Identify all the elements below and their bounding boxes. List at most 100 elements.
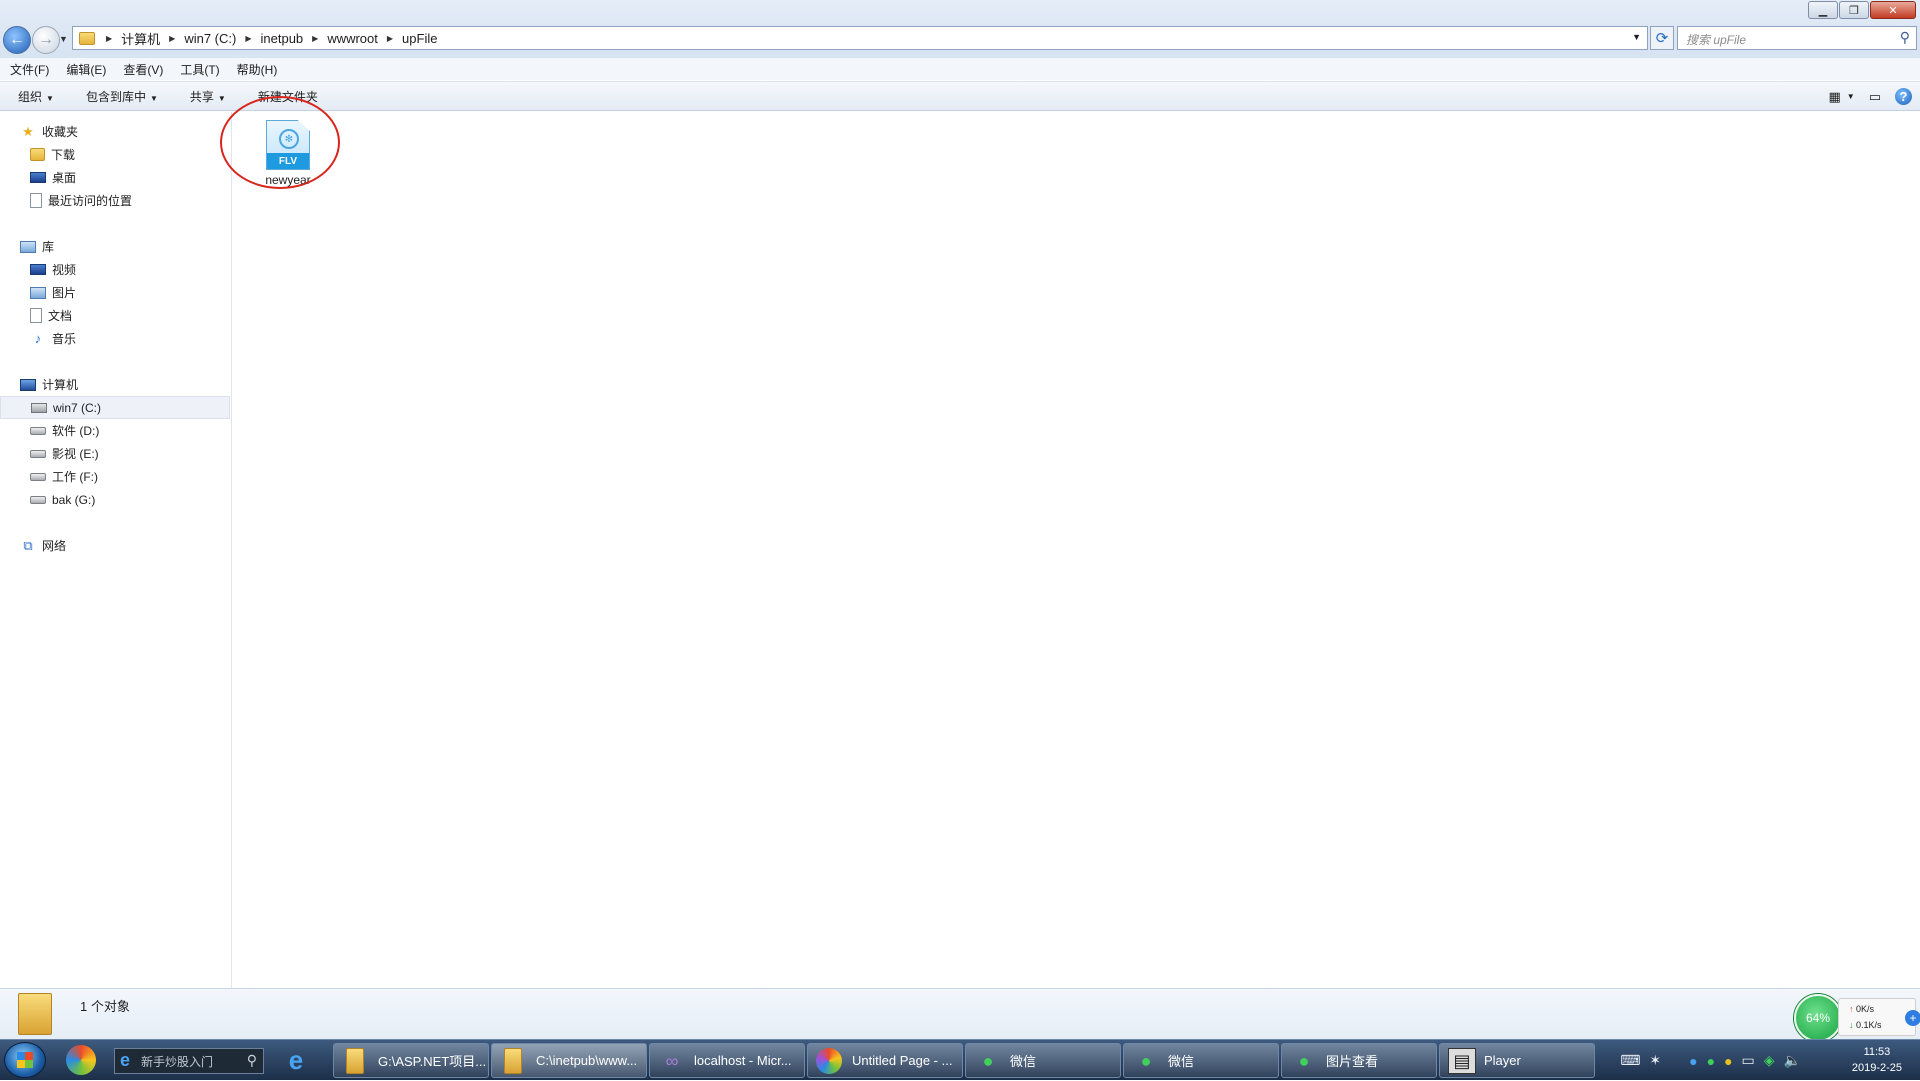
star-icon: ★ (22, 123, 34, 139)
keyboard-icon[interactable]: ⌨ (1620, 1052, 1640, 1069)
breadcrumb-arrow-icon[interactable]: ▶ (312, 34, 318, 43)
view-dropdown-icon[interactable]: ▼ (1847, 92, 1855, 101)
search-input[interactable]: 搜索 upFile ⚲ (1677, 26, 1917, 50)
search-icon[interactable]: ⚲ (1900, 29, 1910, 46)
task-image-viewer[interactable]: ● 图片查看 (1281, 1043, 1437, 1078)
share-button[interactable]: 共享 ▼ (190, 88, 226, 105)
sidebar-item-videos[interactable]: 视频 (0, 258, 230, 281)
volume-icon[interactable]: 🔈 (1784, 1052, 1801, 1069)
file-list-area[interactable]: ✻ FLV newyear (233, 112, 1920, 988)
network-speed-widget[interactable]: ↑ 0K/s ↓ 0.1K/s + (1838, 998, 1920, 1036)
menu-help[interactable]: 帮助(H) (237, 61, 278, 78)
task-player[interactable]: ▤ Player (1439, 1043, 1595, 1078)
menu-file[interactable]: 文件(F) (10, 61, 49, 78)
system-drive-icon (31, 402, 47, 413)
app-tray-icon[interactable]: ● (1724, 1053, 1732, 1069)
security-shield-icon[interactable]: ◈ (1764, 1052, 1775, 1069)
add-icon[interactable]: + (1905, 1010, 1920, 1026)
sidebar-item-drive-f[interactable]: 工作 (F:) (0, 465, 230, 488)
clock[interactable]: 11:53 2019-2-25 (1852, 1044, 1902, 1076)
sidebar-computer[interactable]: 计算机 (0, 373, 230, 396)
menu-edit[interactable]: 编辑(E) (66, 61, 106, 78)
sidebar-item-pictures[interactable]: 图片 (0, 281, 230, 304)
breadcrumb-computer[interactable]: 计算机 (121, 29, 160, 48)
task-wechat-2[interactable]: ● 微信 (1123, 1043, 1279, 1078)
player-icon: ▤ (1448, 1048, 1476, 1074)
task-wechat-1[interactable]: ● 微信 (965, 1043, 1121, 1078)
task-label: Untitled Page - ... (852, 1053, 953, 1068)
sidebar-item-drive-c[interactable]: win7 (C:) (0, 396, 230, 419)
file-type-badge: FLV (267, 153, 309, 169)
close-button[interactable]: ✕ (1870, 1, 1916, 19)
view-options-icon[interactable]: ▦ (1828, 89, 1840, 105)
qq-icon[interactable]: ● (1689, 1053, 1697, 1069)
memory-gauge[interactable]: 64% (1794, 994, 1842, 1042)
sidebar-item-music[interactable]: ♪ 音乐 (0, 327, 230, 350)
help-icon[interactable]: ? (1895, 88, 1912, 105)
restore-button[interactable]: ❐ (1839, 1, 1869, 19)
breadcrumb-inetpub[interactable]: inetpub (261, 31, 304, 46)
recent-pages-dropdown-icon[interactable]: ▼ (59, 34, 68, 44)
breadcrumb-arrow-icon[interactable]: ▶ (245, 34, 251, 43)
task-folder-aspnet[interactable]: G:\ASP.NET项目... (333, 1043, 489, 1078)
task-untitled-page[interactable]: Untitled Page - ... (807, 1043, 963, 1078)
color-app-icon[interactable] (66, 1045, 96, 1075)
bluetooth-icon[interactable]: ✶ (1649, 1052, 1661, 1069)
breadcrumb-wwwroot[interactable]: wwwroot (327, 31, 378, 46)
document-icon (30, 308, 42, 323)
breadcrumb-arrow-icon[interactable]: ▶ (387, 34, 393, 43)
file-name: newyear (265, 173, 311, 187)
sidebar-network[interactable]: ⧉ 网络 (0, 534, 230, 557)
internet-explorer-icon[interactable]: e (281, 1045, 311, 1075)
sidebar-item-label: 影视 (E:) (52, 447, 99, 461)
sidebar-item-label: 软件 (D:) (52, 424, 100, 438)
wechat-tray-icon[interactable]: ● (1707, 1053, 1715, 1069)
include-library-label: 包含到库中 (85, 89, 146, 104)
task-label: 图片查看 (1326, 1054, 1379, 1069)
menu-bar: 文件(F) 编辑(E) 查看(V) 工具(T) 帮助(H) (0, 58, 1920, 80)
breadcrumb-upfile[interactable]: upFile (402, 31, 437, 46)
search-icon[interactable]: ⚲ (247, 1052, 257, 1069)
task-folder-inetpub[interactable]: C:\inetpub\www... (491, 1043, 647, 1078)
sidebar-item-documents[interactable]: 文档 (0, 304, 230, 327)
include-library-button[interactable]: 包含到库中 ▼ (86, 88, 158, 105)
breadcrumb-arrow-icon[interactable]: ▶ (169, 34, 175, 43)
menu-view[interactable]: 查看(V) (123, 61, 163, 78)
video-icon (30, 264, 46, 275)
organize-button[interactable]: 组织 ▼ (18, 88, 54, 105)
preview-pane-icon[interactable]: ▭ (1869, 89, 1881, 105)
refresh-button[interactable]: ⟳ (1650, 26, 1674, 50)
taskbar-search-box[interactable]: e 新手炒股入门 ⚲ (114, 1048, 264, 1074)
sidebar-item-recent-places[interactable]: 最近访问的位置 (0, 189, 230, 212)
sidebar-libraries[interactable]: 库 (0, 235, 230, 258)
ie-logo-icon: e (120, 1050, 131, 1070)
sidebar-item-label: 文档 (48, 309, 73, 323)
file-item[interactable]: ✻ FLV newyear (253, 120, 323, 187)
folder-icon (346, 1048, 364, 1074)
breadcrumb-drive-c[interactable]: win7 (C:) (184, 31, 236, 46)
task-label: localhost - Micr... (694, 1053, 792, 1068)
flv-file-icon: ✻ FLV (266, 120, 310, 170)
task-visual-studio[interactable]: ∞ localhost - Micr... (649, 1043, 805, 1078)
back-button[interactable]: ← (3, 26, 31, 54)
sidebar-item-drive-g[interactable]: bak (G:) (0, 488, 230, 511)
sidebar-libraries-label: 库 (42, 240, 55, 254)
sidebar-item-downloads[interactable]: 下载 (0, 143, 230, 166)
network-tray-icon[interactable]: ▭ (1742, 1052, 1755, 1069)
sidebar-item-desktop[interactable]: 桌面 (0, 166, 230, 189)
sidebar-item-drive-e[interactable]: 影视 (E:) (0, 442, 230, 465)
item-count: 1 个对象 (80, 999, 130, 1014)
clock-time: 11:53 (1863, 1046, 1891, 1058)
sidebar-item-drive-d[interactable]: 软件 (D:) (0, 419, 230, 442)
new-folder-button[interactable]: 新建文件夹 (258, 88, 318, 105)
forward-button[interactable]: → (32, 26, 60, 54)
menu-tools[interactable]: 工具(T) (180, 61, 219, 78)
start-button[interactable] (4, 1042, 46, 1078)
address-dropdown-icon[interactable]: ▼ (1632, 32, 1641, 42)
navigation-pane: ★ 收藏夹 下载 桌面 最近访问的位置 库 视频 图片 文档 ♪ 音乐 计算机 … (0, 112, 232, 988)
address-field[interactable]: ▶ 计算机 ▶ win7 (C:) ▶ inetpub ▶ wwwroot ▶ … (72, 26, 1648, 50)
browser-color-icon (816, 1048, 842, 1074)
breadcrumb-arrow-icon[interactable]: ▶ (106, 34, 112, 43)
minimize-button[interactable]: ▁ (1808, 1, 1838, 19)
sidebar-favorites[interactable]: ★ 收藏夹 (0, 120, 230, 143)
